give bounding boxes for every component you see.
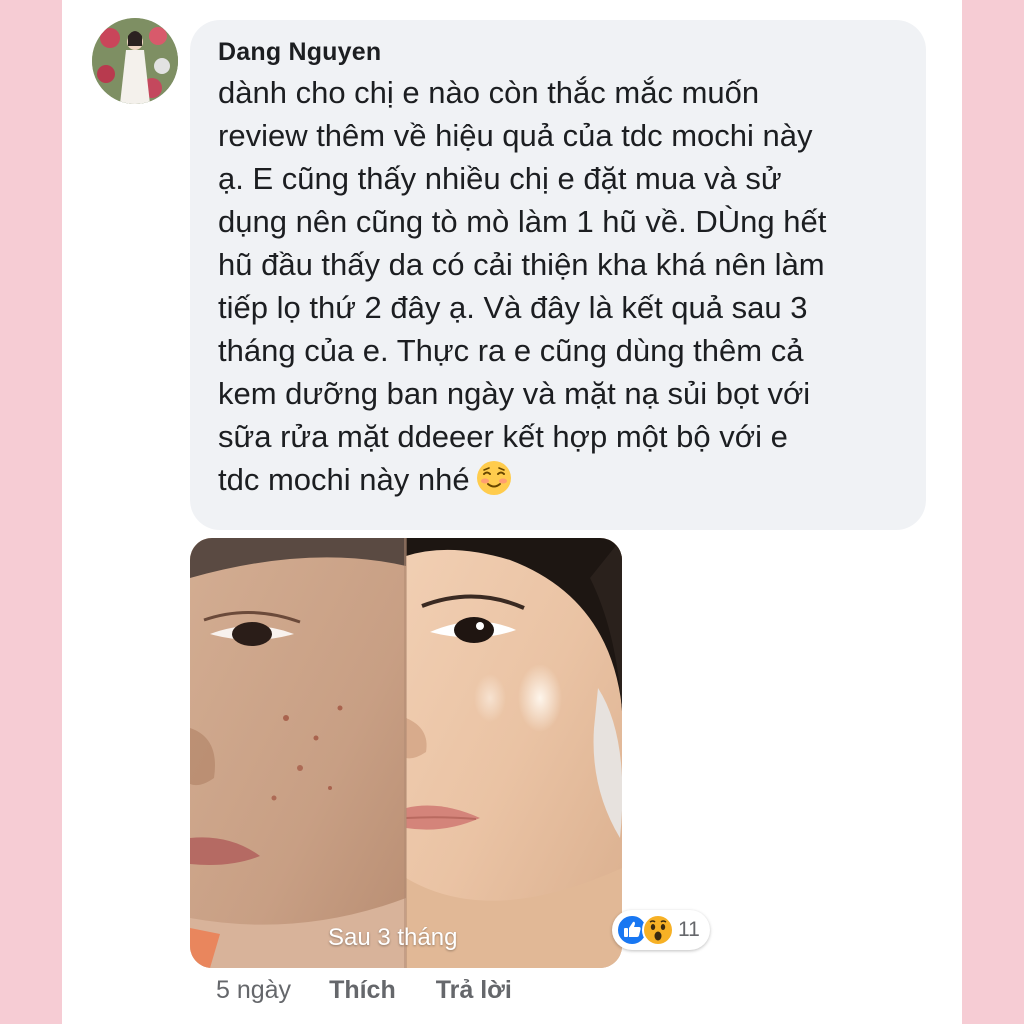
relieved-face-icon	[476, 461, 511, 495]
photo-caption: Sau 3 tháng	[328, 924, 458, 951]
comment-timestamp[interactable]: 5 ngày	[216, 976, 291, 1005]
reaction-count: 11	[678, 918, 700, 941]
like-button[interactable]: Thích	[329, 976, 396, 1005]
reply-button[interactable]: Trả lời	[436, 976, 512, 1005]
comment-actions: 5 ngày Thích Trả lời	[216, 976, 552, 1005]
comment-text: dành cho chị e nào còn thắc mắc muốn rev…	[218, 71, 902, 501]
comment-text-body: dành cho chị e nào còn thắc mắc muốn rev…	[218, 75, 827, 497]
avatar[interactable]	[92, 18, 178, 104]
face-comparison-image	[190, 538, 622, 968]
before-after-photo[interactable]	[190, 538, 622, 968]
comment-bubble: Dang Nguyen dành cho chị e nào còn thắc …	[190, 20, 926, 530]
comment-author[interactable]: Dang Nguyen	[218, 38, 902, 67]
reaction-summary[interactable]: 11	[612, 910, 710, 950]
wow-icon	[642, 914, 674, 946]
avatar-photo	[92, 18, 178, 104]
